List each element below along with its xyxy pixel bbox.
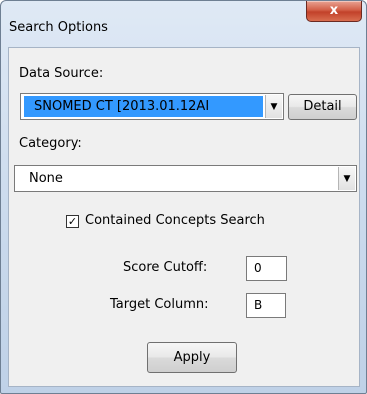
checkmark-icon: ✓	[67, 215, 78, 228]
score-cutoff-label: Score Cutoff:	[123, 260, 208, 275]
data-source-label: Data Source:	[19, 66, 104, 81]
dialog-body: Data Source: SNOMED CT [2013.01.12AI ▼ D…	[8, 47, 360, 387]
close-button[interactable]: x	[306, 1, 362, 22]
target-column-label: Target Column:	[110, 297, 209, 312]
search-options-dialog: Search Options x Data Source: SNOMED CT …	[0, 0, 367, 394]
category-dropdown[interactable]: None ▼	[14, 165, 357, 192]
detail-button[interactable]: Detail	[288, 94, 357, 120]
title-bar[interactable]: Search Options x	[1, 1, 366, 47]
data-source-value: SNOMED CT [2013.01.12AI	[24, 96, 263, 117]
category-value: None	[29, 171, 63, 186]
apply-button[interactable]: Apply	[147, 342, 237, 373]
target-column-input[interactable]: B	[246, 293, 286, 318]
score-cutoff-input[interactable]: 0	[246, 256, 287, 281]
close-icon: x	[329, 3, 339, 18]
data-source-dropdown[interactable]: SNOMED CT [2013.01.12AI ▼	[20, 93, 284, 120]
window-title: Search Options	[9, 20, 108, 35]
category-label: Category:	[19, 136, 82, 151]
contained-concepts-checkbox[interactable]: ✓	[66, 215, 79, 228]
chevron-down-icon[interactable]: ▼	[265, 95, 282, 118]
contained-concepts-label[interactable]: Contained Concepts Search	[85, 213, 265, 228]
chevron-down-icon[interactable]: ▼	[338, 167, 355, 190]
